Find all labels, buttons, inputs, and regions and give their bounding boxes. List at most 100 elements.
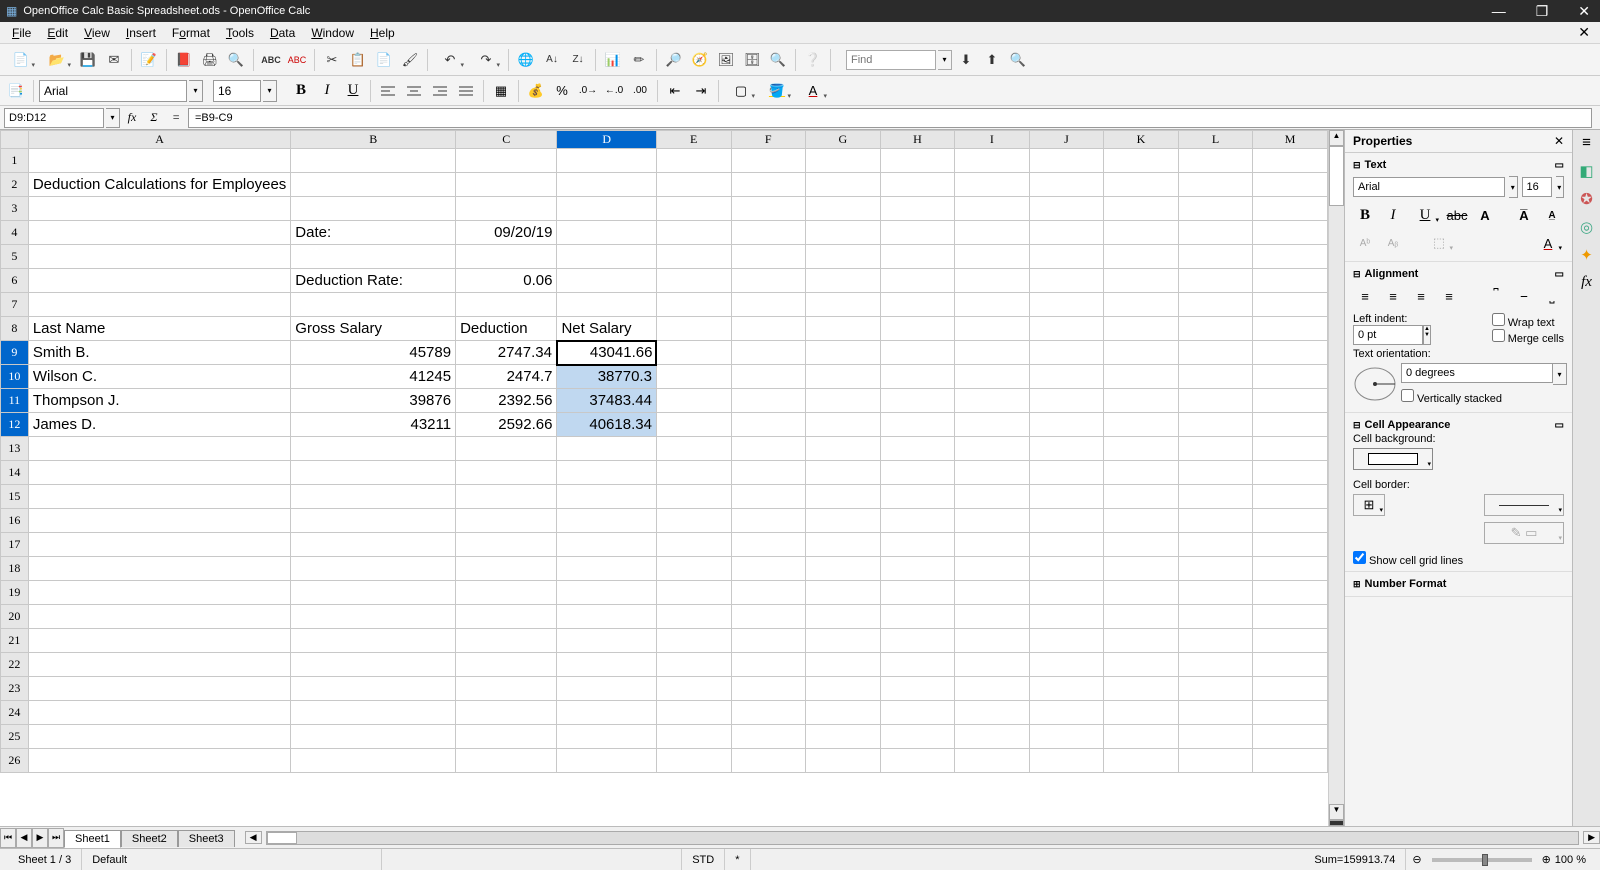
cell-M13[interactable]	[1253, 437, 1328, 461]
cell-E9[interactable]	[656, 341, 731, 365]
cell-B22[interactable]	[291, 653, 456, 677]
cell-I4[interactable]	[955, 221, 1029, 245]
cell-K5[interactable]	[1104, 245, 1179, 269]
bgcolor-button[interactable]: 🪣	[760, 79, 794, 103]
sidebar-increase-font-button[interactable]: A̅	[1512, 204, 1536, 226]
row-header-2[interactable]: 2	[1, 173, 29, 197]
cell-I19[interactable]	[955, 581, 1029, 605]
spellcheck-button[interactable]: ABC	[259, 48, 283, 72]
cell-L11[interactable]	[1178, 389, 1253, 413]
cell-K4[interactable]	[1104, 221, 1179, 245]
cell-F26[interactable]	[731, 749, 806, 773]
find-all-button[interactable]: 🔍	[1006, 48, 1030, 72]
email-button[interactable]: ✉	[102, 48, 126, 72]
cell-M2[interactable]	[1253, 173, 1328, 197]
sidebar-menu-icon[interactable]: ≡	[1577, 134, 1597, 154]
col-header-M[interactable]: M	[1253, 131, 1328, 149]
cell-F17[interactable]	[731, 533, 806, 557]
cell-D7[interactable]	[557, 293, 656, 317]
cell-A8[interactable]: Last Name	[28, 317, 290, 341]
cell-F6[interactable]	[731, 269, 806, 293]
cell-A3[interactable]	[28, 197, 290, 221]
zoom-value[interactable]: 100 %	[1555, 854, 1586, 866]
cell-I14[interactable]	[955, 461, 1029, 485]
cell-H16[interactable]	[880, 509, 955, 533]
cell-B19[interactable]	[291, 581, 456, 605]
cell-E6[interactable]	[656, 269, 731, 293]
styles-button[interactable]: 📑	[4, 79, 28, 103]
cell-G15[interactable]	[806, 485, 881, 509]
zoom-out-button[interactable]: ⊖	[1412, 853, 1421, 866]
cell-E10[interactable]	[656, 365, 731, 389]
cell-C17[interactable]	[456, 533, 557, 557]
cell-M6[interactable]	[1253, 269, 1328, 293]
cell-F21[interactable]	[731, 629, 806, 653]
sheet-tab-2[interactable]: Sheet2	[121, 830, 178, 847]
menu-help[interactable]: Help	[362, 24, 403, 42]
sidebar-font-input[interactable]	[1353, 177, 1505, 197]
row-header-8[interactable]: 8	[1, 317, 29, 341]
cell-A13[interactable]	[28, 437, 290, 461]
cellborder-color-button[interactable]: ✎ ▭	[1484, 522, 1564, 544]
cell-D24[interactable]	[557, 701, 656, 725]
cut-button[interactable]: ✂	[320, 48, 344, 72]
alignment-popout-icon[interactable]: ▭	[1555, 269, 1564, 280]
cell-A4[interactable]	[28, 221, 290, 245]
row-header-6[interactable]: 6	[1, 269, 29, 293]
cell-B1[interactable]	[291, 149, 456, 173]
cell-I18[interactable]	[955, 557, 1029, 581]
sidebar-subscript-button[interactable]: Aᵦ	[1381, 232, 1405, 254]
row-header-26[interactable]: 26	[1, 749, 29, 773]
cell-L4[interactable]	[1178, 221, 1253, 245]
row-header-14[interactable]: 14	[1, 461, 29, 485]
autospell-button[interactable]: ABC	[285, 48, 309, 72]
cell-C22[interactable]	[456, 653, 557, 677]
cell-C26[interactable]	[456, 749, 557, 773]
cell-H5[interactable]	[880, 245, 955, 269]
cell-J24[interactable]	[1029, 701, 1103, 725]
cell-K14[interactable]	[1104, 461, 1179, 485]
chart-button[interactable]: 📊	[601, 48, 625, 72]
bold-button[interactable]: B	[289, 79, 313, 103]
cell-H14[interactable]	[880, 461, 955, 485]
cell-J13[interactable]	[1029, 437, 1103, 461]
cell-A6[interactable]	[28, 269, 290, 293]
cell-A1[interactable]	[28, 149, 290, 173]
cell-K26[interactable]	[1104, 749, 1179, 773]
cell-B23[interactable]	[291, 677, 456, 701]
cell-A14[interactable]	[28, 461, 290, 485]
row-header-15[interactable]: 15	[1, 485, 29, 509]
cell-J6[interactable]	[1029, 269, 1103, 293]
cell-G16[interactable]	[806, 509, 881, 533]
cell-F24[interactable]	[731, 701, 806, 725]
cell-D14[interactable]	[557, 461, 656, 485]
edit-file-button[interactable]: 📝	[137, 48, 161, 72]
cell-K16[interactable]	[1104, 509, 1179, 533]
cell-D23[interactable]	[557, 677, 656, 701]
merge-checkbox[interactable]: Merge cells	[1492, 329, 1564, 345]
cell-G1[interactable]	[806, 149, 881, 173]
cell-E18[interactable]	[656, 557, 731, 581]
cell-M18[interactable]	[1253, 557, 1328, 581]
hscroll-right[interactable]: ▶	[1583, 831, 1600, 844]
cell-E14[interactable]	[656, 461, 731, 485]
row-header-9[interactable]: 9	[1, 341, 29, 365]
cell-C2[interactable]	[456, 173, 557, 197]
cell-H17[interactable]	[880, 533, 955, 557]
cell-J4[interactable]	[1029, 221, 1103, 245]
cell-G26[interactable]	[806, 749, 881, 773]
cell-I25[interactable]	[955, 725, 1029, 749]
cell-G11[interactable]	[806, 389, 881, 413]
cell-F12[interactable]	[731, 413, 806, 437]
cell-C10[interactable]: 2474.7	[456, 365, 557, 389]
cell-K17[interactable]	[1104, 533, 1179, 557]
orientation-dial[interactable]	[1353, 366, 1397, 402]
menu-view[interactable]: View	[76, 24, 118, 42]
cell-M17[interactable]	[1253, 533, 1328, 557]
col-header-H[interactable]: H	[880, 131, 955, 149]
cell-E12[interactable]	[656, 413, 731, 437]
cell-D15[interactable]	[557, 485, 656, 509]
cell-M16[interactable]	[1253, 509, 1328, 533]
find-prev-button[interactable]: ⬆	[980, 48, 1004, 72]
cell-L2[interactable]	[1178, 173, 1253, 197]
